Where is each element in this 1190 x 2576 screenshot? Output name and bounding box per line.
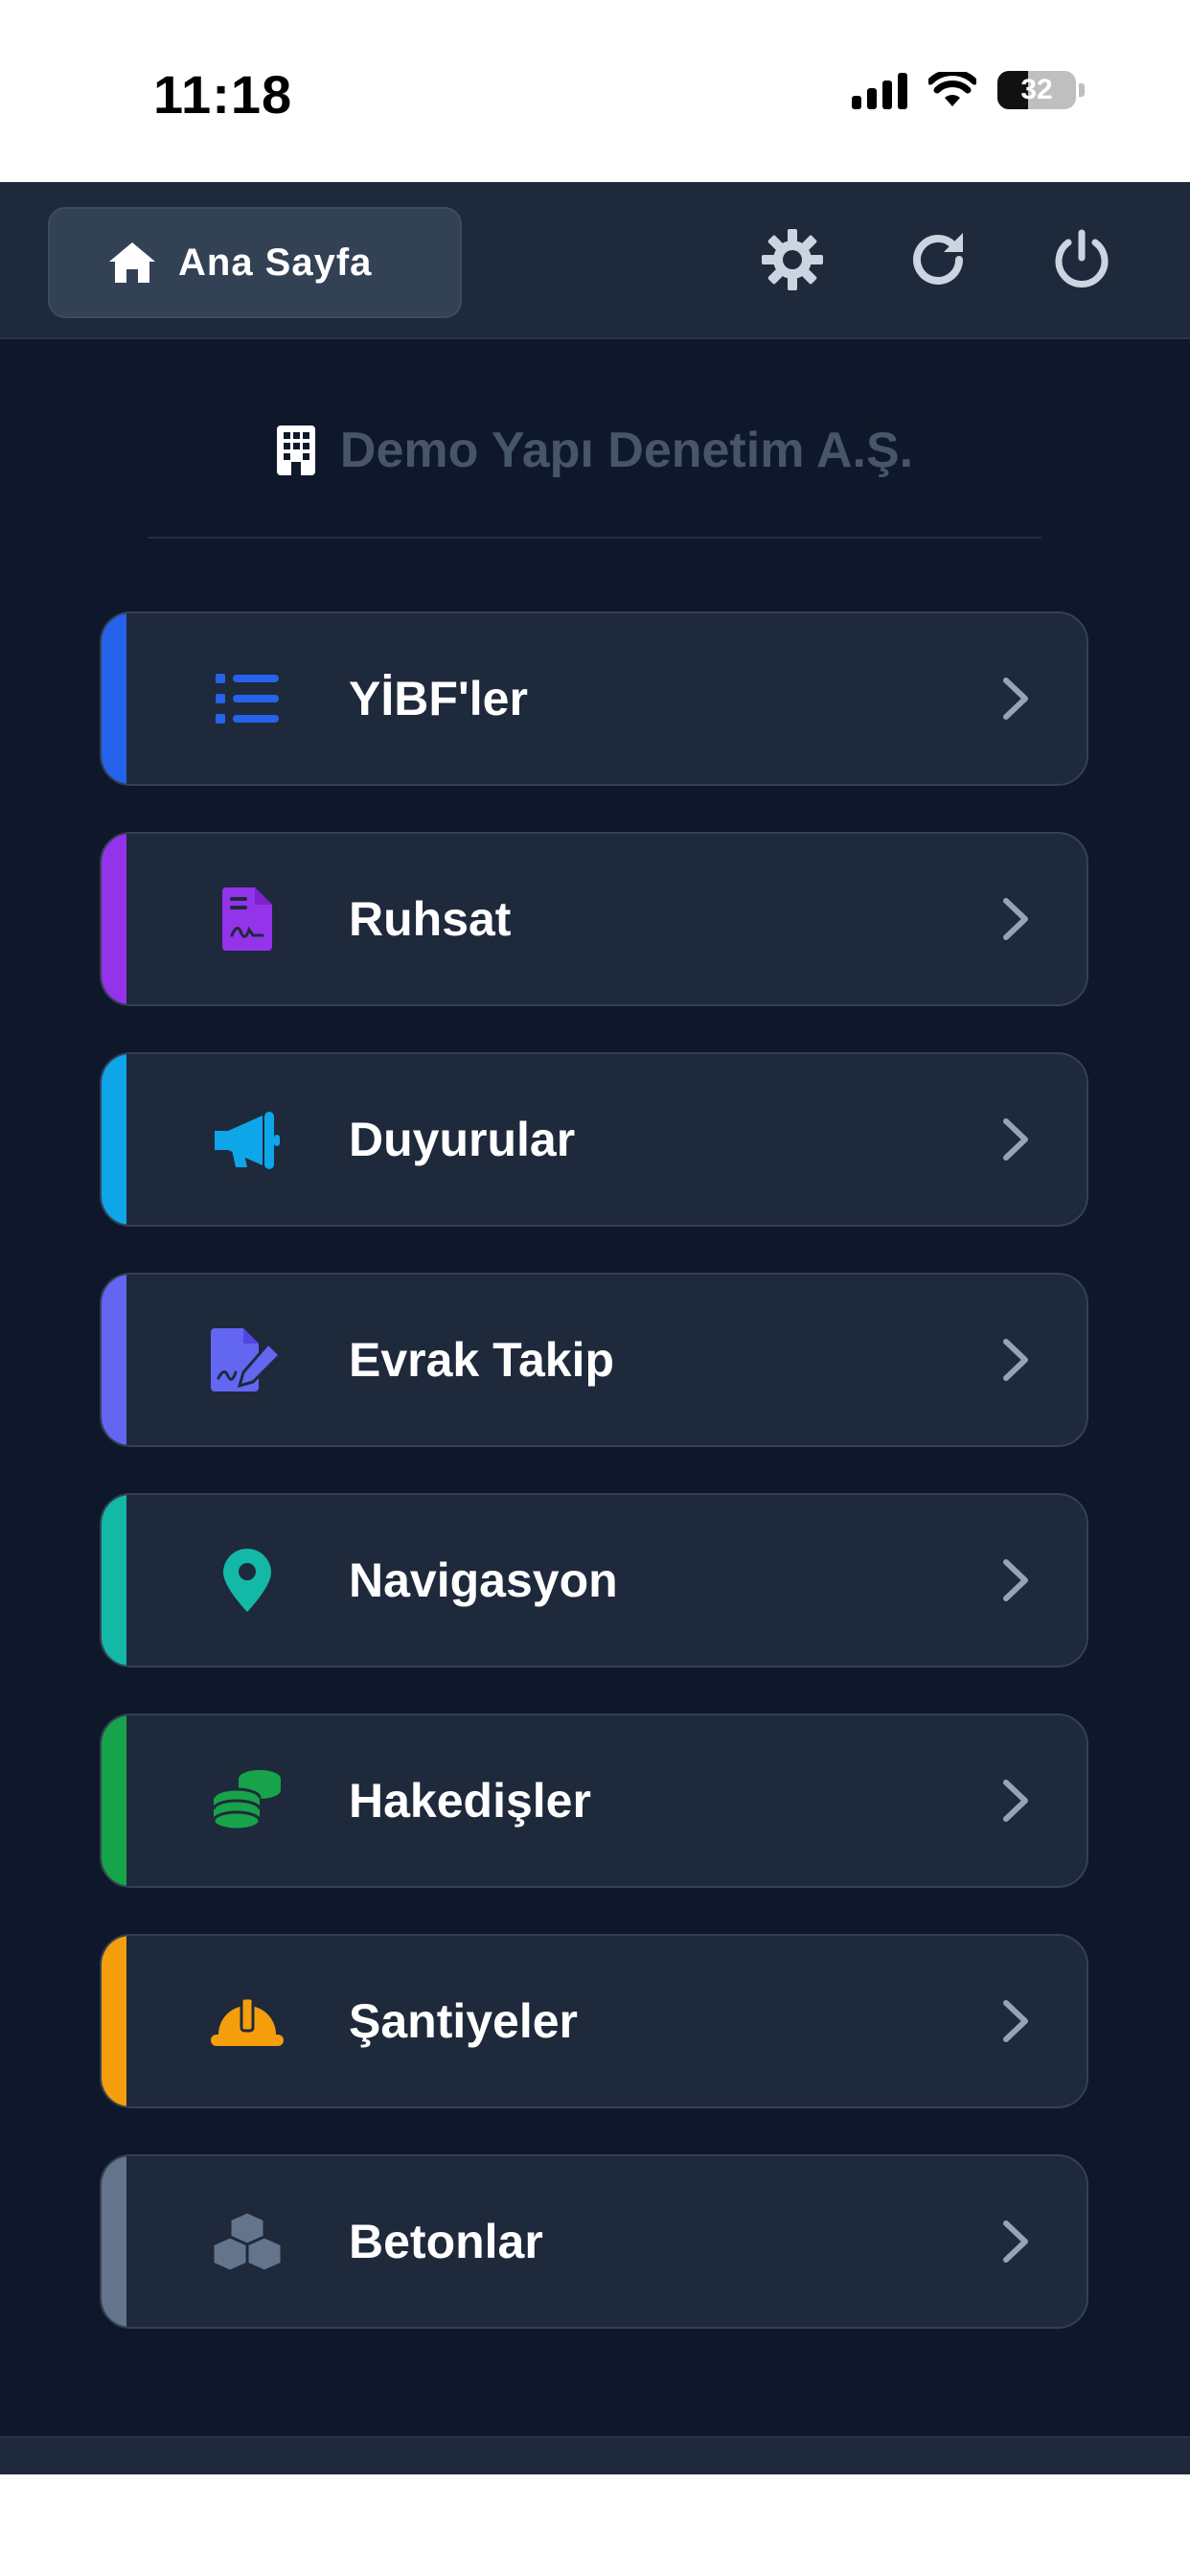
accent-bar: [102, 1936, 126, 2106]
menu-item-santiyeler[interactable]: Şantiyeler: [100, 1934, 1088, 2108]
company-header: Demo Yapı Denetim A.Ş.: [0, 422, 1190, 479]
home-indicator-area: [0, 2474, 1190, 2576]
cellular-signal-icon: [852, 71, 907, 109]
accent-bar: [102, 1054, 126, 1225]
chevron-right-icon: [1003, 678, 1028, 720]
chevron-right-icon: [1003, 1118, 1028, 1161]
battery-icon: 32: [997, 71, 1076, 109]
gear-icon: [762, 229, 823, 290]
divider: [149, 537, 1041, 539]
menu-item-label: YİBF'ler: [349, 672, 528, 725]
accent-bar: [102, 2156, 126, 2327]
menu-item-hakedisler[interactable]: Hakedişler: [100, 1714, 1088, 1888]
menu-item-yibfler[interactable]: YİBF'ler: [100, 611, 1088, 786]
hard-hat-icon: [209, 1983, 286, 2059]
home-button[interactable]: Ana Sayfa: [48, 207, 462, 318]
refresh-icon: [913, 233, 963, 285]
menu-item-duyurular[interactable]: Duyurular: [100, 1052, 1088, 1227]
menu-item-ruhsat[interactable]: Ruhsat: [100, 832, 1088, 1006]
main-menu: YİBF'ler Ruhsat Duyurular Evrak Takip Na…: [100, 611, 1088, 2375]
signed-document-icon: [209, 881, 286, 957]
accent-bar: [102, 834, 126, 1004]
list-icon: [209, 660, 286, 737]
map-pin-icon: [209, 1542, 286, 1619]
menu-item-label: Betonlar: [349, 2215, 543, 2268]
menu-item-label: Hakedişler: [349, 1774, 591, 1828]
refresh-button[interactable]: [904, 226, 972, 293]
cubes-icon: [209, 2203, 286, 2280]
wifi-icon: [928, 72, 976, 106]
app-screen: Ana Sayfa Demo Yapı Denetim A.Ş. YİBF'le…: [0, 182, 1190, 2474]
menu-item-label: Evrak Takip: [349, 1333, 615, 1387]
status-bar: 11:18 32: [0, 0, 1190, 182]
chevron-right-icon: [1003, 1559, 1028, 1601]
menu-item-betonlar[interactable]: Betonlar: [100, 2154, 1088, 2329]
home-icon: [109, 242, 155, 283]
building-icon: [276, 426, 315, 475]
footer-bar: [0, 2436, 1190, 2474]
logout-button[interactable]: [1048, 226, 1115, 293]
battery-level: 32: [1020, 74, 1053, 105]
company-name: Demo Yapı Denetim A.Ş.: [339, 423, 914, 478]
accent-bar: [102, 613, 126, 784]
settings-button[interactable]: [759, 226, 826, 293]
menu-item-navigasyon[interactable]: Navigasyon: [100, 1493, 1088, 1668]
chevron-right-icon: [1003, 1339, 1028, 1381]
accent-bar: [102, 1495, 126, 1666]
chevron-right-icon: [1003, 1780, 1028, 1822]
accent-bar: [102, 1715, 126, 1886]
document-edit-icon: [209, 1322, 286, 1398]
menu-item-label: Şantiyeler: [349, 1994, 579, 2048]
power-icon: [1055, 229, 1109, 288]
menu-item-evrak-takip[interactable]: Evrak Takip: [100, 1273, 1088, 1447]
menu-item-label: Ruhsat: [349, 892, 512, 946]
megaphone-icon: [209, 1101, 286, 1178]
coins-icon: [209, 1762, 286, 1839]
chevron-right-icon: [1003, 898, 1028, 940]
home-button-label: Ana Sayfa: [178, 241, 373, 284]
status-time: 11:18: [153, 64, 293, 125]
status-icons: 32: [852, 71, 1085, 109]
chevron-right-icon: [1003, 2000, 1028, 2042]
menu-item-label: Duyurular: [349, 1113, 576, 1166]
chevron-right-icon: [1003, 2220, 1028, 2263]
menu-item-label: Navigasyon: [349, 1553, 618, 1607]
top-bar: Ana Sayfa: [0, 182, 1190, 339]
accent-bar: [102, 1275, 126, 1445]
